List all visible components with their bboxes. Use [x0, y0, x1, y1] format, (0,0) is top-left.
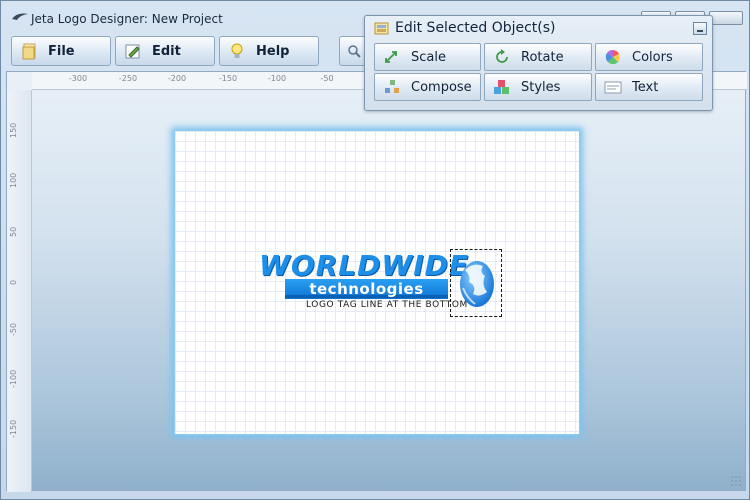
styles-label: Styles: [521, 79, 561, 95]
styles-button[interactable]: Styles: [484, 73, 592, 101]
text-label: Text: [632, 79, 659, 95]
ruler-tick-label: -250: [118, 74, 138, 83]
app-window: Jeta Logo Designer: New Project File Edi…: [0, 0, 750, 500]
app-logo-icon: [12, 13, 28, 20]
file-label: File: [48, 43, 75, 59]
edit-icon: [125, 44, 140, 59]
help-button[interactable]: Help: [219, 36, 319, 66]
styles-icon: [494, 80, 509, 94]
globe-icon: [460, 261, 494, 307]
ruler-tick-label: -50: [9, 322, 18, 336]
compose-label: Compose: [411, 79, 472, 95]
ruler-tick-label: 100: [9, 172, 18, 188]
close-button[interactable]: [709, 11, 743, 25]
magnifier-icon: [348, 45, 361, 58]
colors-label: Colors: [632, 49, 673, 65]
scale-label: Scale: [411, 49, 446, 65]
workspace[interactable]: -300 -250 -200 -150 -100 -50 150 100 50 …: [6, 71, 747, 492]
compose-button[interactable]: Compose: [374, 73, 481, 101]
logo-main-text[interactable]: WORLDWIDE: [259, 249, 469, 282]
design-canvas[interactable]: WORLDWIDE technologies LOGO TAG LINE AT …: [174, 130, 580, 435]
edit-button[interactable]: Edit: [115, 36, 215, 66]
resize-grip[interactable]: [730, 475, 742, 487]
text-button[interactable]: Text: [595, 73, 703, 101]
ruler-tick-label: -150: [9, 419, 18, 438]
ruler-tick-label: -50: [320, 74, 334, 83]
file-icon: [22, 43, 36, 60]
rotate-button[interactable]: Rotate: [484, 43, 592, 71]
ruler-tick-label: 50: [9, 226, 18, 237]
file-button[interactable]: File: [11, 36, 111, 66]
ruler-tick-label: -150: [218, 74, 238, 83]
scale-button[interactable]: Scale: [374, 43, 481, 71]
rotate-label: Rotate: [521, 49, 564, 65]
edit-label: Edit: [152, 43, 181, 59]
lightbulb-icon: [231, 43, 243, 58]
vertical-ruler: 150 100 50 0 -50 -100 -150: [7, 90, 32, 492]
ruler-tick-label: -100: [267, 74, 287, 83]
zoom-button[interactable]: [339, 36, 367, 66]
dialog-minimize-button[interactable]: [693, 22, 707, 35]
logo-subtitle-text[interactable]: technologies: [285, 280, 448, 298]
help-label: Help: [256, 43, 290, 59]
dialog-icon: [374, 22, 389, 35]
color-wheel-icon: [605, 49, 620, 65]
dialog-title: Edit Selected Object(s): [395, 20, 556, 36]
ruler-tick-label: -300: [68, 74, 88, 83]
ruler-tick-label: 0: [9, 279, 18, 285]
text-icon: [604, 81, 622, 94]
rotate-icon: [496, 49, 508, 63]
window-title: Jeta Logo Designer: New Project: [31, 12, 223, 26]
ruler-tick-label: 150: [9, 122, 18, 138]
scale-icon: [385, 51, 397, 63]
selected-object[interactable]: [450, 249, 502, 317]
compose-icon: [385, 80, 399, 93]
ruler-tick-label: -100: [9, 369, 18, 388]
edit-selected-objects-dialog: Edit Selected Object(s) Scale Rotate Col…: [364, 15, 713, 111]
ruler-tick-label: -200: [167, 74, 187, 83]
logo-tagline[interactable]: LOGO TAG LINE AT THE BOTTOM: [306, 300, 468, 310]
colors-button[interactable]: Colors: [595, 43, 703, 71]
